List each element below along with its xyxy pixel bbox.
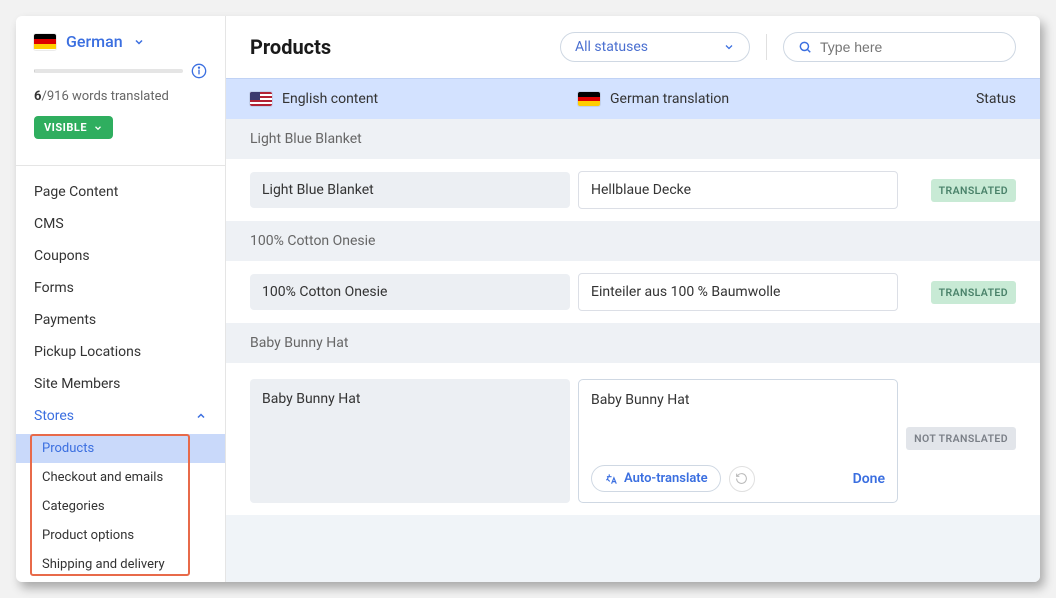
subnav-item-categories[interactable]: Categories	[16, 492, 225, 521]
app-window: German 6/916 words translated VISIBLE	[16, 16, 1040, 582]
status-cell: TRANSLATED	[906, 281, 1016, 304]
translate-icon	[604, 472, 618, 486]
sidebar-nav: Page Content CMS Coupons Forms Payments …	[16, 166, 225, 582]
words-suffix: words translated	[72, 89, 169, 104]
group-header: Baby Bunny Hat	[226, 323, 1040, 363]
search-input[interactable]	[820, 39, 1001, 55]
status-filter[interactable]: All statuses	[560, 32, 750, 62]
translation-row: Light Blue Blanket Hellblaue Decke TRANS…	[226, 159, 1040, 221]
topbar: Products All statuses	[226, 16, 1040, 78]
sidebar-item-forms[interactable]: Forms	[16, 272, 225, 304]
subnav-item-product-options[interactable]: Product options	[16, 521, 225, 550]
chevron-down-icon	[93, 123, 103, 133]
progress-fill	[34, 69, 35, 73]
status-filter-label: All statuses	[575, 39, 648, 55]
progress-bar	[34, 69, 183, 73]
chevron-down-icon	[133, 36, 145, 48]
done-button[interactable]: Done	[853, 471, 885, 487]
words-done: 6	[34, 89, 41, 104]
col-status-label: Status	[906, 91, 1016, 107]
status-badge: TRANSLATED	[931, 179, 1016, 202]
page-title: Products	[250, 35, 544, 59]
flag-us-icon	[250, 92, 272, 106]
sidebar-item-site-members[interactable]: Site Members	[16, 368, 225, 400]
progress-row	[34, 63, 207, 79]
language-name: German	[66, 32, 123, 51]
stores-label: Stores	[34, 408, 74, 424]
source-text: Light Blue Blanket	[250, 172, 570, 208]
words-translated: 6/916 words translated	[34, 89, 207, 104]
col-english: English content	[250, 91, 570, 107]
words-total: 916	[47, 89, 69, 104]
target-editor[interactable]: Baby Bunny Hat Auto-translate Done	[578, 379, 898, 503]
sidebar-item-payments[interactable]: Payments	[16, 304, 225, 336]
sidebar-item-stores[interactable]: Stores	[16, 400, 225, 432]
col-german-label: German translation	[610, 91, 729, 107]
translation-row-editing: Baby Bunny Hat Baby Bunny Hat Auto-trans…	[226, 363, 1040, 515]
undo-icon	[735, 472, 748, 485]
search-box[interactable]	[783, 32, 1016, 62]
columns-header: English content German translation Statu…	[226, 78, 1040, 119]
target-text[interactable]: Baby Bunny Hat	[591, 392, 885, 457]
divider	[766, 34, 767, 60]
sidebar: German 6/916 words translated VISIBLE	[16, 16, 226, 582]
group-header: Light Blue Blanket	[226, 119, 1040, 159]
status-cell: TRANSLATED	[906, 179, 1016, 202]
language-header: German 6/916 words translated VISIBLE	[16, 16, 225, 151]
auto-translate-button[interactable]: Auto-translate	[591, 465, 721, 492]
source-text: Baby Bunny Hat	[250, 379, 570, 503]
search-icon	[798, 40, 812, 54]
sidebar-item-page-content[interactable]: Page Content	[16, 176, 225, 208]
visibility-label: VISIBLE	[44, 121, 87, 134]
subnav-item-products[interactable]: Products	[16, 434, 225, 463]
group-header: 100% Cotton Onesie	[226, 221, 1040, 261]
sidebar-item-coupons[interactable]: Coupons	[16, 240, 225, 272]
content-scroll[interactable]: Light Blue Blanket Light Blue Blanket He…	[226, 119, 1040, 582]
main-area: Products All statuses English content	[226, 16, 1040, 582]
status-cell: NOT TRANSLATED	[906, 379, 1016, 450]
translation-row: 100% Cotton Onesie Einteiler aus 100 % B…	[226, 261, 1040, 323]
stores-subnav: Products Checkout and emails Categories …	[16, 432, 225, 581]
sidebar-item-pickup-locations[interactable]: Pickup Locations	[16, 336, 225, 368]
sidebar-item-cms[interactable]: CMS	[16, 208, 225, 240]
auto-translate-label: Auto-translate	[624, 471, 708, 486]
subnav-item-checkout[interactable]: Checkout and emails	[16, 463, 225, 492]
flag-de-icon	[34, 34, 56, 50]
info-icon[interactable]	[191, 63, 207, 79]
flag-de-icon	[578, 92, 600, 106]
status-badge: TRANSLATED	[931, 281, 1016, 304]
target-input[interactable]: Einteiler aus 100 % Baumwolle	[578, 273, 898, 311]
target-input[interactable]: Hellblaue Decke	[578, 171, 898, 209]
editor-actions: Auto-translate Done	[591, 465, 885, 492]
source-text: 100% Cotton Onesie	[250, 274, 570, 310]
col-german: German translation	[578, 91, 898, 107]
visibility-toggle[interactable]: VISIBLE	[34, 116, 113, 139]
col-english-label: English content	[282, 91, 378, 107]
language-selector[interactable]: German	[34, 32, 207, 51]
status-badge: NOT TRANSLATED	[906, 427, 1016, 450]
subnav-item-shipping[interactable]: Shipping and delivery	[16, 550, 225, 579]
chevron-up-icon	[195, 410, 207, 422]
revert-button[interactable]	[729, 466, 755, 492]
chevron-down-icon	[723, 41, 735, 53]
